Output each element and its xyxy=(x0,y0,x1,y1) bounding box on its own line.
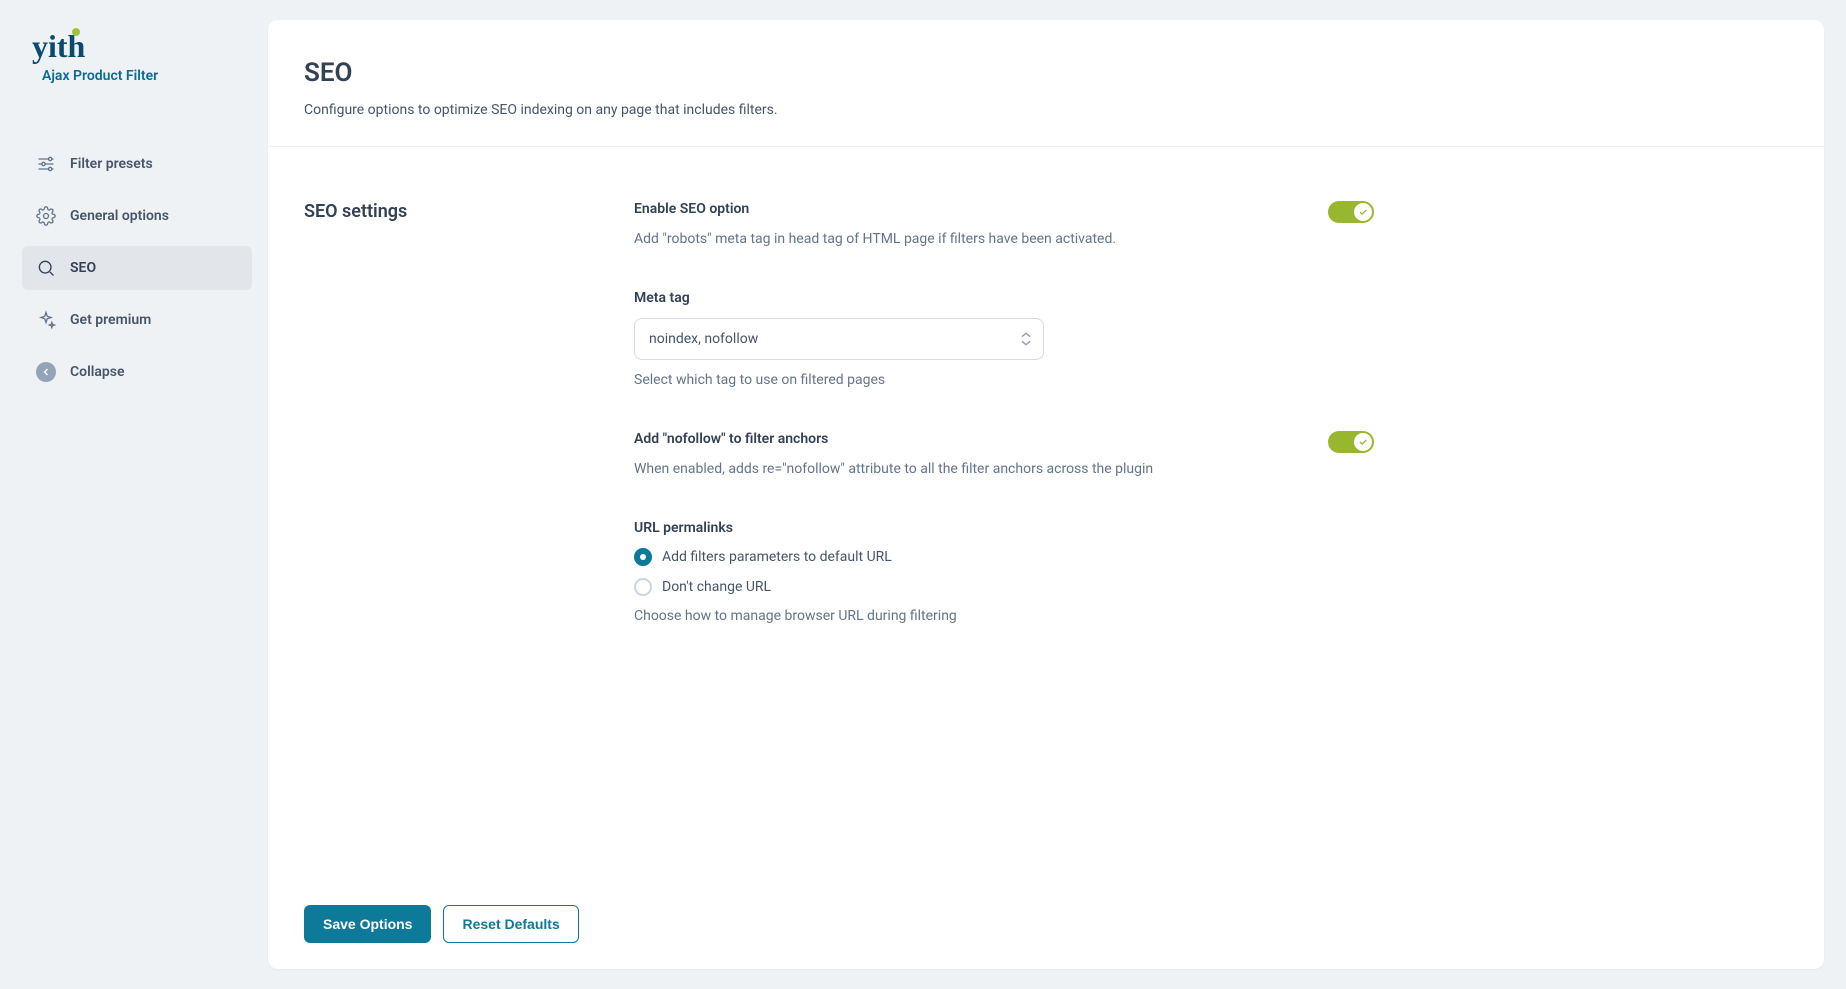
reset-button[interactable]: Reset Defaults xyxy=(443,905,578,943)
sidebar-item-label: Collapse xyxy=(70,364,124,380)
sidebar-item-label: Filter presets xyxy=(70,156,153,172)
field-enable-seo: Enable SEO option Add "robots" meta tag … xyxy=(634,201,1374,250)
sidebar-item-label: Get premium xyxy=(70,312,151,328)
main-card: SEO Configure options to optimize SEO in… xyxy=(268,20,1824,969)
field-meta-tag: Meta tag noindex, nofollow Select which … xyxy=(634,290,1374,391)
sidebar-item-label: SEO xyxy=(70,260,96,276)
section-title: SEO settings xyxy=(304,201,594,627)
arrow-left-circle-icon xyxy=(36,362,56,382)
brand-subtitle: Ajax Product Filter xyxy=(32,62,242,84)
card-body: SEO settings Enable SEO option Add "robo… xyxy=(268,147,1824,879)
sidebar-item-get-premium[interactable]: Get premium xyxy=(22,298,252,342)
permalinks-radio-option-default-url[interactable]: Add filters parameters to default URL xyxy=(634,548,1374,566)
sidebar-item-filter-presets[interactable]: Filter presets xyxy=(22,142,252,186)
nofollow-toggle[interactable] xyxy=(1328,431,1374,453)
sparkle-icon xyxy=(36,310,56,330)
field-url-permalinks: URL permalinks Add filters parameters to… xyxy=(634,520,1374,627)
page-title: SEO xyxy=(304,58,1788,88)
radio-label: Don't change URL xyxy=(662,579,771,595)
gear-icon xyxy=(36,206,56,226)
permalinks-radio-group: Add filters parameters to default URL Do… xyxy=(634,548,1374,596)
radio-label: Add filters parameters to default URL xyxy=(662,549,892,565)
select-value: noindex, nofollow xyxy=(649,331,758,347)
save-button[interactable]: Save Options xyxy=(304,905,431,943)
check-icon xyxy=(1354,433,1372,451)
search-icon xyxy=(36,258,56,278)
field-label: URL permalinks xyxy=(634,520,1374,536)
field-help: Choose how to manage browser URL during … xyxy=(634,606,1374,627)
brand: yith Ajax Product Filter xyxy=(22,30,252,94)
brand-logo: yith xyxy=(32,30,85,62)
field-nofollow: Add "nofollow" to filter anchors When en… xyxy=(634,431,1374,480)
field-label: Add "nofollow" to filter anchors xyxy=(634,431,1153,447)
card-footer: Save Options Reset Defaults xyxy=(268,879,1824,969)
sliders-icon xyxy=(36,154,56,174)
sidebar-item-collapse[interactable]: Collapse xyxy=(22,350,252,394)
permalinks-radio-option-dont-change[interactable]: Don't change URL xyxy=(634,578,1374,596)
field-help: When enabled, adds re="nofollow" attribu… xyxy=(634,459,1153,480)
enable-seo-toggle[interactable] xyxy=(1328,201,1374,223)
check-icon xyxy=(1354,203,1372,221)
field-label: Enable SEO option xyxy=(634,201,1116,217)
sidebar-nav: Filter presets General options SEO Get p… xyxy=(22,142,252,394)
sidebar-item-general-options[interactable]: General options xyxy=(22,194,252,238)
radio-circle-icon xyxy=(634,548,652,566)
chevron-up-down-icon xyxy=(1021,332,1031,346)
sidebar-item-label: General options xyxy=(70,208,169,224)
sidebar-item-seo[interactable]: SEO xyxy=(22,246,252,290)
radio-circle-icon xyxy=(634,578,652,596)
page-description: Configure options to optimize SEO indexi… xyxy=(304,102,1788,118)
sidebar: yith Ajax Product Filter Filter presets … xyxy=(22,20,252,969)
meta-tag-select[interactable]: noindex, nofollow xyxy=(634,318,1044,360)
field-help: Select which tag to use on filtered page… xyxy=(634,370,1374,391)
field-label: Meta tag xyxy=(634,290,1374,306)
card-header: SEO Configure options to optimize SEO in… xyxy=(268,20,1824,147)
field-help: Add "robots" meta tag in head tag of HTM… xyxy=(634,229,1116,250)
